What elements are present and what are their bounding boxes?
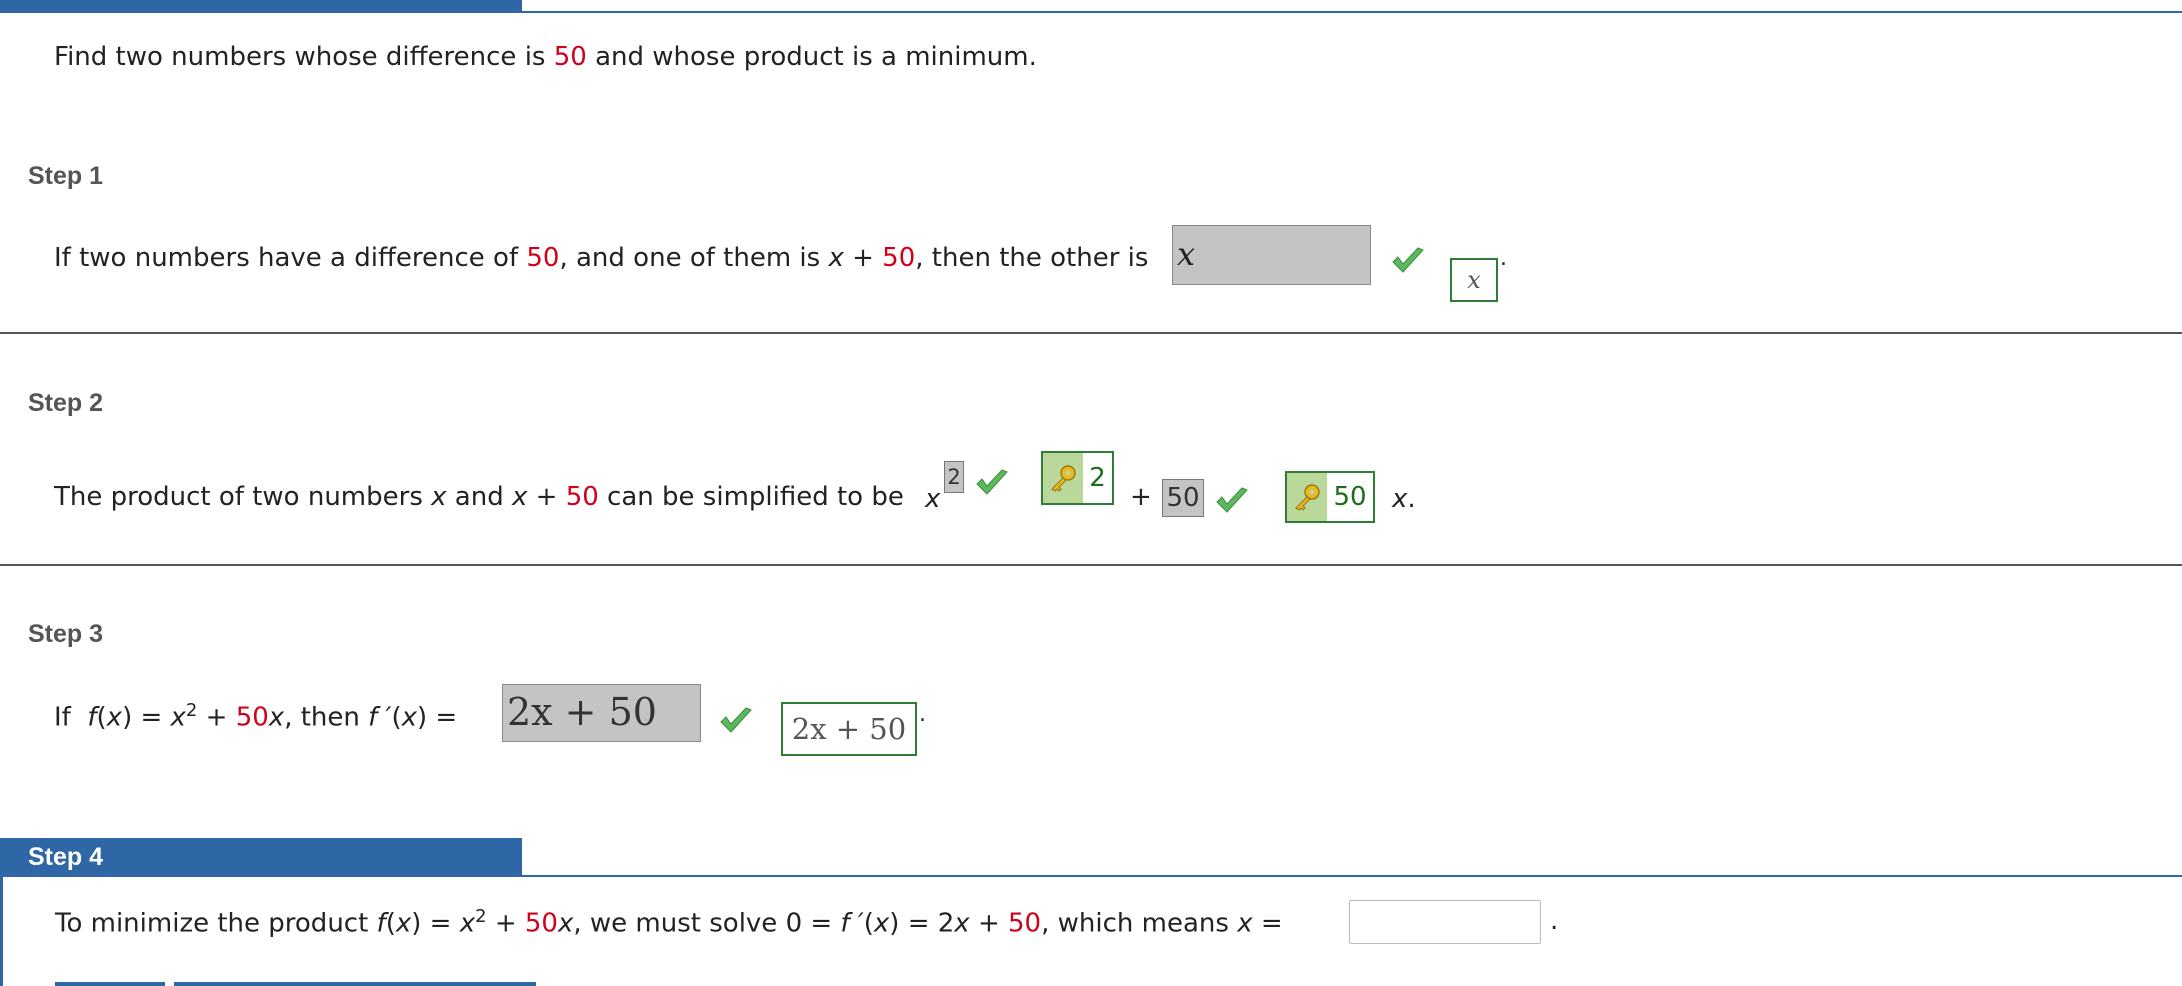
step-3-check-icon [720, 707, 752, 733]
step-2-coefficient-check-icon [1216, 487, 1248, 513]
step-2-exponent-input[interactable]: 2 [944, 461, 964, 493]
step-3-period: . [919, 702, 926, 727]
step-1-label: Step 1 [28, 162, 104, 190]
tutorial-header-line [0, 11, 2182, 13]
step-2-exponent-check-icon [976, 469, 1008, 495]
step-2-base-x: x [925, 484, 941, 514]
step-2-plus: + [1130, 482, 1152, 512]
step-3-label: Step 3 [28, 620, 104, 648]
step-4-tab: Step 4 [0, 838, 522, 876]
key-icon [1043, 453, 1083, 503]
step-1-divider [0, 332, 2182, 334]
step-1-correct-answer-box: x [1450, 258, 1498, 302]
step-1-check-icon [1392, 247, 1424, 273]
step-4-left-border [0, 875, 3, 986]
step-4-text: To minimize the product f(x) = x2 + 50x,… [55, 906, 1283, 939]
step-3-correct-answer-box: 2x + 50 [781, 702, 917, 756]
step-1-answer-input[interactable]: x [1172, 225, 1371, 285]
step-2-text: The product of two numbers x and x + 50 … [54, 482, 904, 512]
step-1-period: . [1500, 246, 1507, 271]
step-2-divider [0, 564, 2182, 566]
exit-tutorial-button[interactable] [174, 982, 536, 986]
step-4-answer-input[interactable] [1349, 900, 1541, 944]
step-1-text: If two numbers have a difference of 50, … [54, 243, 1149, 273]
step-2-coefficient-input[interactable]: 50 [1162, 479, 1204, 517]
submit-skip-button[interactable] [55, 982, 165, 986]
step-2-exponent-key-answer: 2 [1041, 451, 1114, 505]
problem-number: 50 [553, 42, 587, 72]
step-2-coefficient-key-answer: 50 [1285, 471, 1375, 523]
step-4-period: . [1550, 906, 1559, 936]
step-3-text: If f(x) = x2 + 50x, then f ′(x) = [54, 700, 458, 733]
problem-statement: Find two numbers whose difference is 50 … [54, 42, 1037, 72]
key-icon [1287, 473, 1327, 521]
step-4-header-line [0, 875, 2182, 877]
step-2-trailing-x: x. [1392, 484, 1416, 514]
step-3-answer-input[interactable]: 2x + 50 [502, 684, 701, 742]
step-2-label: Step 2 [28, 389, 104, 417]
